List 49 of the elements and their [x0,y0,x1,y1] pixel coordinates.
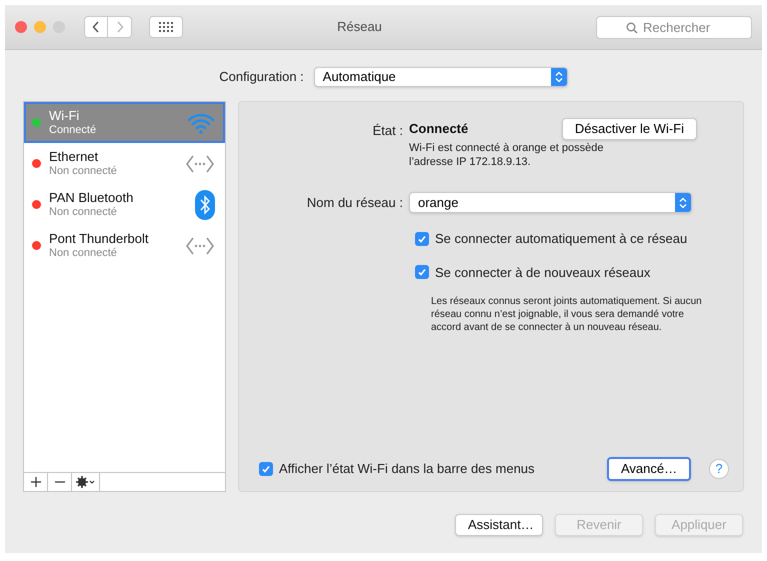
service-name: PAN Bluetooth [49,190,134,204]
service-item[interactable]: PAN Bluetooth Non connecté [24,184,225,225]
arrows-icon [185,152,215,174]
gear-icon [76,476,96,488]
auto-join-checkbox[interactable]: Se connecter automatiquement à ce réseau [415,229,723,248]
chevron-left-icon [92,21,100,33]
back-button[interactable] [84,16,108,38]
deactivate-wifi-button[interactable]: Désactiver le Wi-Fi [562,118,697,140]
service-name: Pont Thunderbolt [49,232,150,246]
advanced-button[interactable]: Avancé… [607,457,691,481]
show-all-button[interactable] [149,16,183,38]
service-item[interactable]: Pont Thunderbolt Non connecté [24,225,225,266]
arrows-icon [185,234,215,256]
search-field[interactable]: Rechercher [596,16,752,38]
footer-button[interactable]: Assistant… [455,514,543,536]
network-dropdown[interactable]: orange [409,192,692,213]
service-name: Ethernet [49,150,100,164]
stepper-icon [554,71,563,83]
configuration-label: Configuration : [219,68,304,86]
checkmark-icon [261,464,271,474]
plus-icon [30,477,40,487]
service-item[interactable]: Ethernet Non connecté [24,143,225,184]
configuration-dropdown[interactable]: Automatique [314,67,568,87]
checkbox[interactable] [415,232,429,246]
window-title: Réseau [337,18,383,36]
close-button[interactable] [15,21,27,33]
checkbox[interactable] [415,265,429,280]
state-description: Wi-Fi est connecté à orange et possède l’adresse IP 172.18.9.13. [409,141,604,169]
search-icon [626,22,638,34]
service-status: Non connecté [49,246,118,260]
service-status: Non connecté [49,164,118,178]
minus-icon [54,481,64,483]
service-status: Non connecté [49,204,118,218]
service-name: Wi-Fi [49,108,80,122]
wifi-icon [187,112,215,134]
checkbox[interactable] [259,462,273,476]
service-status: Connecté [49,122,98,136]
info-note: Les réseaux connus seront joints automatiquement. Si aucun réseau connu n’est joignable, il vous sera demandé votre accord avant de se connecter à un nouveau réseau. [431,295,703,334]
state-label: État : [372,122,403,140]
show-status-checkbox[interactable]: Afficher l’état Wi-Fi dans la barre des menus [259,459,535,479]
network-name-label: Nom du réseau : [306,194,403,212]
bluetooth-icon [195,190,215,220]
state-value: Connecté [409,120,468,138]
checkmark-icon [417,267,427,278]
stepper-icon [679,196,687,208]
grid-icon [159,22,173,32]
checkmark-icon [417,234,427,244]
auto-join-checkbox[interactable]: Se connecter à de nouveaux réseaux [415,262,723,282]
chevron-right-icon [116,21,124,33]
